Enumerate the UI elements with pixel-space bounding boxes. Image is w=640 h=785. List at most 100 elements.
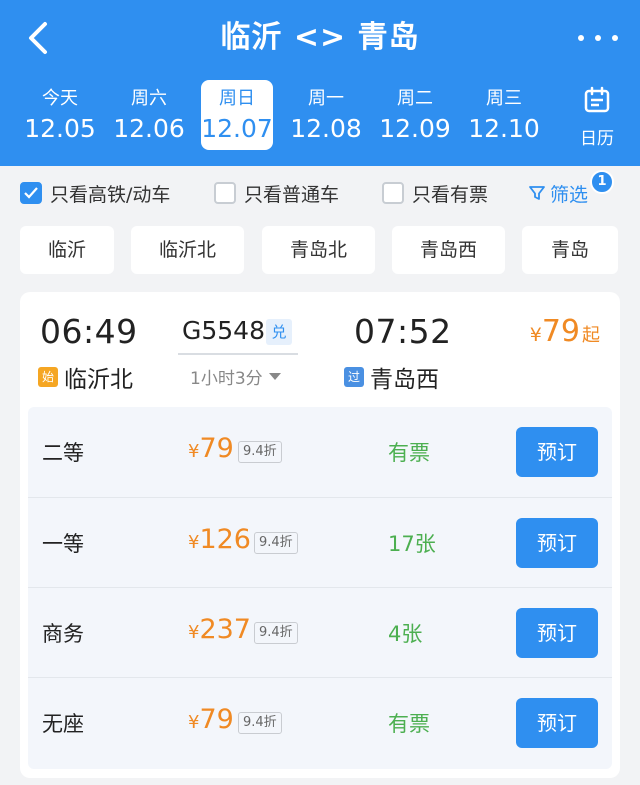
more-dot [595, 35, 601, 41]
currency-symbol: ¥ [188, 712, 200, 733]
filter-label: 只看普通车 [244, 183, 340, 206]
caret-down-icon [268, 373, 281, 380]
seat-price: ¥ 237 [188, 614, 251, 645]
origin-tag: 始 [38, 367, 58, 387]
station-chips: 临沂 临沂北 青岛北 青岛西 青岛 [0, 226, 640, 274]
lowest-price-suffix: 起 [582, 325, 600, 346]
seat-price-value: 237 [199, 614, 251, 645]
station-chip-qingdao-west[interactable]: 青岛西 [392, 226, 505, 274]
date-tab-1206[interactable]: 周六 12.06 [107, 80, 191, 150]
header-bar: 临沂 <> 青岛 今天 12.05 周六 12.06 周日 12.07 周一 1… [0, 0, 640, 166]
arrival-time: 07:52 [354, 312, 452, 351]
book-button[interactable]: 预订 [516, 698, 598, 748]
seat-class-name: 一等 [42, 532, 84, 556]
discount-badge: 9.4折 [254, 532, 298, 554]
seat-class-name: 二等 [42, 441, 84, 465]
screen-filter-button[interactable]: 筛选 [528, 180, 588, 206]
seat-row-business-class: 商务 ¥ 237 9.4折 4张 预订 [28, 587, 612, 677]
redeem-tag: 兑 [266, 319, 292, 345]
seat-availability: 4张 [388, 622, 423, 646]
filter-label: 只看高铁/动车 [50, 183, 171, 206]
filter-available-checkbox[interactable]: 只看有票 [382, 180, 488, 206]
seat-class-name: 商务 [42, 622, 84, 646]
currency-symbol: ¥ [188, 441, 200, 462]
currency-symbol: ¥ [529, 324, 542, 346]
departure-station-name: 临沂北 [64, 367, 133, 393]
date-selector: 今天 12.05 周六 12.06 周日 12.07 周一 12.08 周二 1… [14, 80, 554, 150]
discount-badge: 9.4折 [254, 622, 298, 644]
page-title: 临沂 <> 青岛 [220, 20, 420, 55]
currency-symbol: ¥ [188, 532, 200, 553]
seat-price: ¥ 79 [188, 704, 234, 735]
calendar-icon [584, 86, 610, 113]
calendar-label: 日历 [580, 129, 614, 149]
seat-row-no-seat: 无座 ¥ 79 9.4折 有票 预订 [28, 677, 612, 767]
checkbox-checked-icon [20, 182, 42, 204]
station-chip-linyi[interactable]: 临沂 [20, 226, 114, 274]
arrival-station: 过 青岛西 [344, 360, 439, 394]
funnel-icon [529, 186, 545, 200]
filter-normal-train-checkbox[interactable]: 只看普通车 [214, 180, 339, 206]
seat-class-name: 无座 [42, 712, 84, 736]
date-tab-1207-selected[interactable]: 周日 12.07 [201, 80, 273, 150]
date-tab-1205[interactable]: 今天 12.05 [18, 80, 102, 150]
calendar-button[interactable]: 日历 [567, 86, 627, 149]
date-value: 12.08 [290, 114, 362, 143]
date-value: 12.09 [379, 114, 451, 143]
book-button[interactable]: 预订 [516, 427, 598, 477]
seat-price-value: 79 [199, 704, 234, 735]
seat-price: ¥ 79 [188, 433, 234, 464]
date-value: 12.07 [201, 114, 273, 143]
arrival-station-name: 青岛西 [370, 367, 439, 393]
station-chip-qingdao-north[interactable]: 青岛北 [262, 226, 375, 274]
date-tab-1210[interactable]: 周三 12.10 [462, 80, 546, 150]
date-value: 12.10 [468, 114, 540, 143]
screen-filter-label: 筛选 [550, 183, 589, 206]
date-value: 12.05 [24, 114, 96, 143]
route-line [178, 353, 298, 355]
date-weekday: 周一 [308, 88, 344, 109]
date-weekday: 周二 [397, 88, 433, 109]
date-weekday: 周三 [486, 88, 522, 109]
seat-price-value: 79 [199, 433, 234, 464]
seat-availability: 17张 [388, 532, 436, 556]
date-weekday: 周六 [131, 88, 167, 109]
book-button[interactable]: 预订 [516, 518, 598, 568]
lowest-price-value: 79 [541, 314, 580, 349]
duration-toggle[interactable]: 1小时3分 [190, 364, 281, 389]
filter-bar: 只看高铁/动车 只看普通车 只看有票 筛选 [0, 166, 640, 220]
currency-symbol: ¥ [188, 622, 200, 643]
discount-badge: 9.4折 [238, 712, 282, 734]
seat-price-value: 126 [199, 524, 251, 555]
duration-text: 1小时3分 [190, 369, 263, 389]
seat-availability: 有票 [388, 712, 430, 736]
seat-price: ¥ 126 [188, 524, 251, 555]
discount-badge: 9.4折 [238, 441, 282, 463]
station-chip-qingdao[interactable]: 青岛 [522, 226, 618, 274]
seat-row-first-class: 一等 ¥ 126 9.4折 17张 预订 [28, 497, 612, 587]
pass-through-tag: 过 [344, 367, 364, 387]
departure-time: 06:49 [40, 312, 138, 351]
filter-label: 只看有票 [412, 183, 489, 206]
seat-availability: 有票 [388, 441, 430, 465]
more-dots-icon [578, 35, 584, 41]
train-card[interactable]: 06:49 G5548 兑 07:52 ¥ 79 起 始 临沂北 1小时3分 过… [20, 292, 620, 778]
station-chip-linyi-north[interactable]: 临沂北 [131, 226, 244, 274]
train-number: G5548 [182, 316, 265, 345]
book-button[interactable]: 预订 [516, 608, 598, 658]
more-menu-button[interactable] [578, 28, 618, 48]
date-tab-1208[interactable]: 周一 12.08 [284, 80, 368, 150]
checkbox-empty-icon [214, 182, 236, 204]
departure-station: 始 临沂北 [38, 360, 133, 394]
date-tab-1209[interactable]: 周二 12.09 [373, 80, 457, 150]
date-value: 12.06 [113, 114, 185, 143]
date-weekday: 今天 [42, 88, 78, 109]
checkbox-empty-icon [382, 182, 404, 204]
filter-count-badge: 1 [590, 170, 614, 194]
filter-high-speed-checkbox[interactable]: 只看高铁/动车 [20, 180, 170, 206]
more-dot [612, 35, 618, 41]
date-weekday: 周日 [219, 88, 255, 109]
seat-list: 二等 ¥ 79 9.4折 有票 预订 一等 ¥ 126 9.4折 17张 预订 … [28, 407, 612, 769]
lowest-price: ¥ 79 起 [530, 314, 600, 349]
seat-row-second-class: 二等 ¥ 79 9.4折 有票 预订 [28, 407, 612, 497]
